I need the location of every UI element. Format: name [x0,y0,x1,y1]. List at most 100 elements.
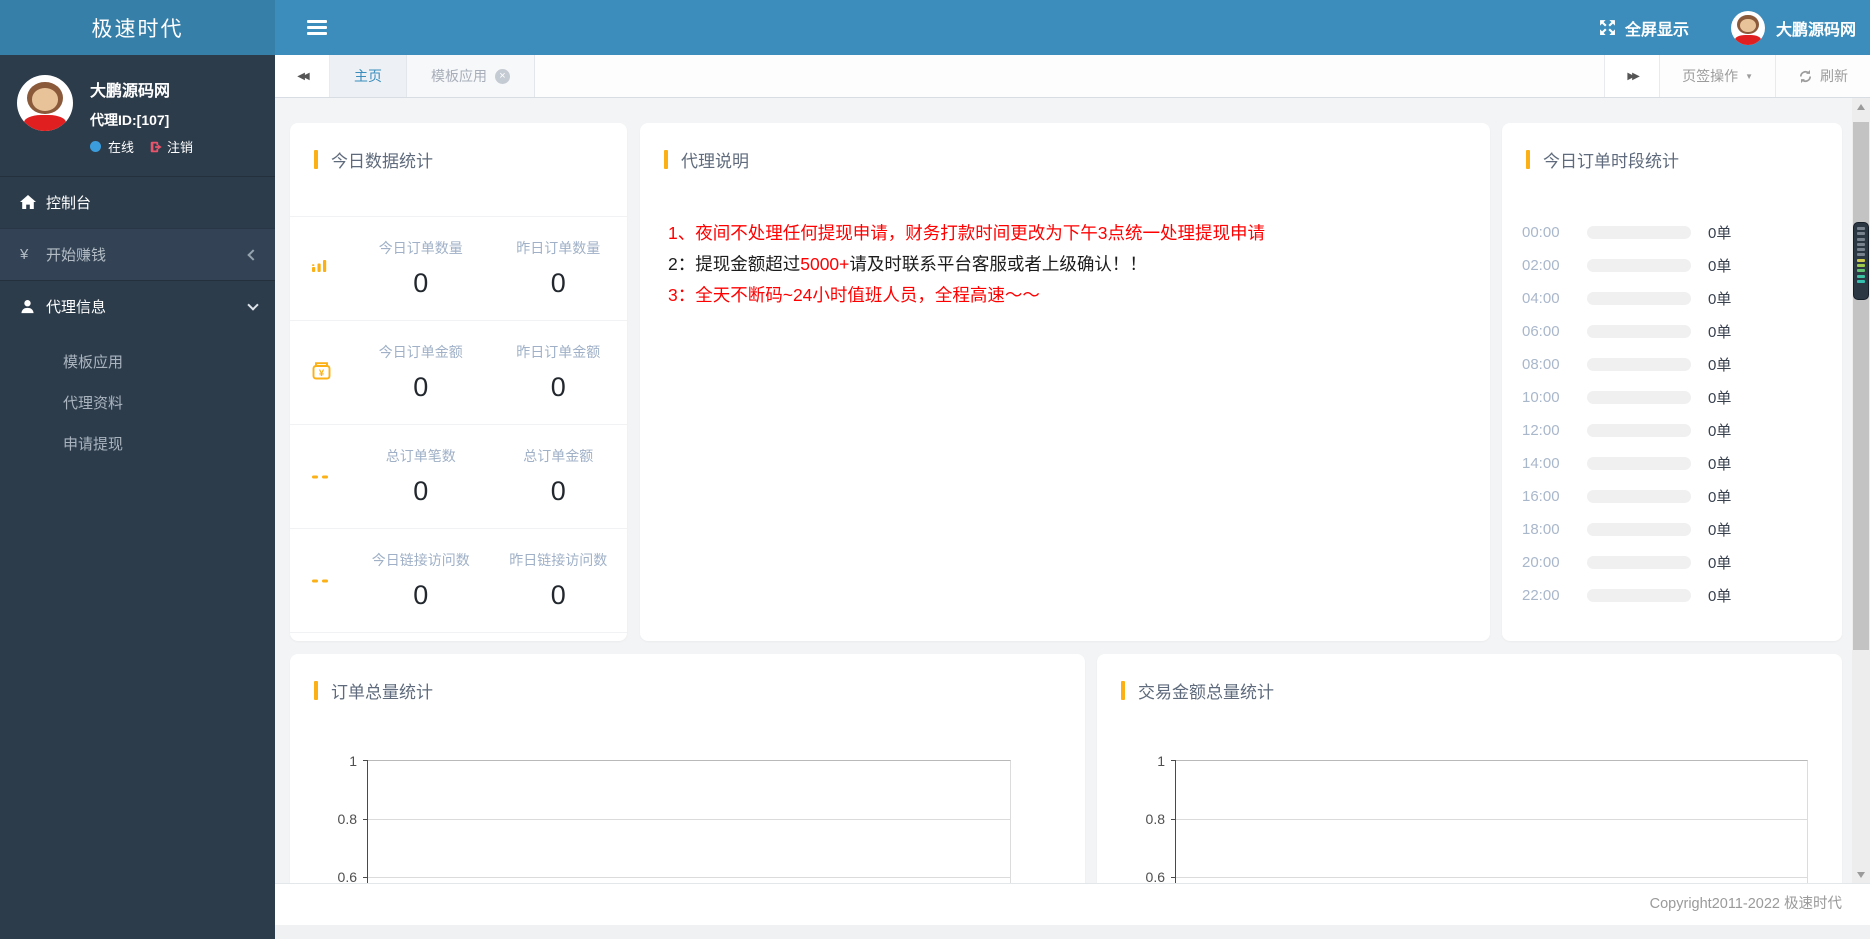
stat-label: 今日订单数量 [378,240,463,256]
timeslot-row: 12:00 0单 [1502,414,1842,447]
timeslot-time: 04:00 [1522,290,1560,307]
tab-template-app[interactable]: 模板应用 [407,55,535,97]
timeslot-count: 0单 [1708,291,1732,308]
tabs-scroll-right-button[interactable]: ▶▶ [1604,55,1660,97]
title-accent-bar [1526,150,1530,169]
card-title: 今日数据统计 [290,123,627,172]
tab-operations-dropdown[interactable]: 页签操作 ▼ [1659,55,1775,97]
stat-label: 昨日链接访问数 [509,552,608,568]
main-area: 全屏显示 大鹏源码网 ◀◀ 主页 模板应用 ▶▶ 页签操作 ▼ [275,0,1870,939]
notice-line: 3：全天不断码~24小时值班人员，全程高速～～ [668,285,1040,305]
vertical-scrollbar[interactable] [1852,98,1870,883]
sidebar-toggle-button[interactable] [307,17,327,38]
timeslot-count: 0单 [1708,588,1732,605]
notice-line: 2：提现金额超过5000+请及时联系平台客服或者上级确认！！ [668,254,1147,274]
y-axis-tick: 1 [1157,753,1165,769]
sidebar-item-label: 代理信息 [46,299,107,316]
stat-label: 昨日订单数量 [516,240,601,256]
order-chart-plot-area: 1 0.8 0.6 [338,753,1011,883]
brand-logo: 极速时代 [0,0,275,55]
notice-body: 1、夜间不处理任何提现申请，财务打款时间更改为下午3点统一处理提现申请 2：提现金… [640,218,1490,311]
navbar-user-menu[interactable]: 大鹏源码网 [1730,10,1856,45]
scrollbar-up-button[interactable] [1852,98,1870,115]
gridline [368,819,1010,820]
tab-operations-label: 页签操作 [1682,68,1739,84]
card-title: 订单总量统计 [290,654,1085,703]
stat-row: ¥ 今日订单金额 0 昨日订单金额 0 [290,320,627,424]
timeslot-count: 0单 [1708,555,1732,572]
timeslot-progress-bar [1587,259,1691,272]
sidebar-subitem[interactable]: 模板应用 [0,342,275,383]
user-avatar [17,75,73,131]
timeslot-count: 0单 [1708,258,1732,275]
caret-down-icon: ▼ [1745,71,1753,81]
timeslot-progress-bar [1587,556,1691,569]
fullscreen-button[interactable]: 全屏显示 [1599,16,1689,40]
timeslot-row: 10:00 0单 [1502,381,1842,414]
timeslot-row: 20:00 0单 [1502,546,1842,579]
timeslot-progress-bar [1587,292,1691,305]
refresh-button[interactable]: 刷新 [1775,55,1870,97]
timeslot-count: 0单 [1708,357,1732,374]
timeslot-time: 22:00 [1522,587,1560,604]
sidebar-item-label: 开始赚钱 [46,247,107,264]
refresh-icon [1799,69,1812,83]
timeslot-time: 16:00 [1522,488,1560,505]
today-order-timeslot-card: 今日订单时段统计 00:00 0单 02:00 0单 04:00 0单 06:0… [1502,123,1842,641]
stat-value: 0 [413,580,429,610]
refresh-label: 刷新 [1820,68,1848,84]
timeslot-count: 0单 [1708,456,1732,473]
tab-label: 模板应用 [431,68,487,84]
page-content: 今日数据统计 今日订单数量 0 昨日订单数量 0 ¥ 今日订单金额 0 昨日订单… [275,98,1870,883]
amount-total-chart-card: 交易金额总量统计 1 0.8 0.6 [1097,654,1842,883]
timeslot-time: 06:00 [1522,323,1560,340]
sidebar-subitem[interactable]: 代理资料 [0,383,275,424]
scrollbar-down-button[interactable] [1852,866,1870,883]
sidebar-menu: 控制台 ¥ 开始赚钱 代理信息 模板应用 代理资料 申请提现 [0,176,275,471]
dashes-icon [310,568,352,593]
sidebar-user-panel: 大鹏源码网 代理ID:[107] 在线 注销 [0,55,275,174]
tab-home[interactable]: 主页 [330,55,407,97]
yen-icon: ¥ [20,246,29,263]
stat-value: 0 [550,476,566,506]
timeslot-count: 0单 [1708,225,1732,242]
sidebar-item-earn[interactable]: ¥ 开始赚钱 [0,228,275,280]
scroll-marker-widget[interactable] [1853,222,1869,300]
timeslot-list: 00:00 0单 02:00 0单 04:00 0单 06:00 0单 08:0… [1502,216,1842,612]
sidebar-item-agent-info[interactable]: 代理信息 [0,280,275,332]
sidebar-subitem[interactable]: 申请提现 [0,424,275,465]
top-navbar: 全屏显示 大鹏源码网 [275,0,1870,55]
logout-button[interactable]: 注销 [149,137,193,156]
fullscreen-label: 全屏显示 [1624,21,1689,39]
logout-label: 注销 [167,140,194,155]
money-icon: ¥ [310,360,352,386]
timeslot-count: 0单 [1708,423,1732,440]
stat-label: 昨日订单金额 [516,344,601,360]
chevron-left-icon [247,248,259,261]
stat-row: 今日链接访问数 0 昨日链接访问数 0 [290,528,627,632]
scrollbar-thumb[interactable] [1853,122,1869,650]
stats-list: 今日订单数量 0 昨日订单数量 0 ¥ 今日订单金额 0 昨日订单金额 0 总订… [290,216,627,633]
stat-value: 0 [550,268,566,298]
title-accent-bar [1121,681,1125,700]
timeslot-count: 0单 [1708,390,1732,407]
timeslot-count: 0单 [1708,489,1732,506]
y-axis-tick: 0.6 [337,869,357,883]
user-name: 大鹏源码网 [90,83,171,100]
timeslot-row: 18:00 0单 [1502,513,1842,546]
today-stats-card: 今日数据统计 今日订单数量 0 昨日订单数量 0 ¥ 今日订单金额 0 昨日订单… [290,123,627,641]
svg-text:¥: ¥ [319,367,325,378]
stat-value: 0 [413,476,429,506]
sidebar-item-label: 控制台 [46,195,92,212]
y-axis-tick: 0.6 [1145,869,1165,883]
sidebar-item-dashboard[interactable]: 控制台 [0,176,275,228]
agent-notice-card: 代理说明 1、夜间不处理任何提现申请，财务打款时间更改为下午3点统一处理提现申请… [640,123,1490,641]
tab-close-icon[interactable] [495,68,510,84]
home-icon [20,195,46,210]
stat-label: 今日链接访问数 [371,552,470,568]
tabs-scroll-left-button[interactable]: ◀◀ [275,55,330,97]
card-title: 代理说明 [640,123,1490,172]
timeslot-time: 20:00 [1522,554,1560,571]
footer: Copyright2011-2022 极速时代 [275,883,1870,925]
timeslot-row: 14:00 0单 [1502,447,1842,480]
